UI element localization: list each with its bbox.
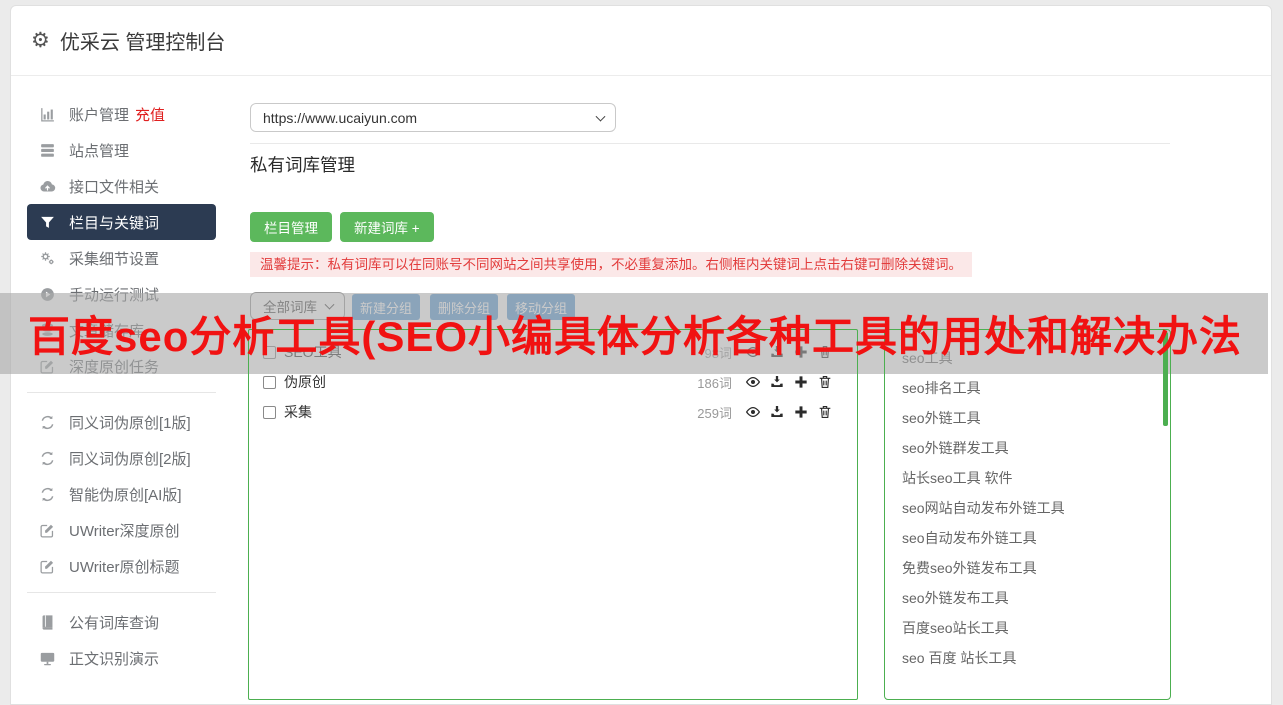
cloud-upload-icon xyxy=(39,179,56,192)
sidebar-item-label: 智能伪原创[AI版] xyxy=(69,486,182,504)
sidebar-item-collection-settings[interactable]: 采集细节设置 xyxy=(27,240,216,276)
word-count: 259词 xyxy=(697,405,732,421)
keyword-item[interactable]: seo外链群发工具 xyxy=(902,433,1169,463)
row-actions xyxy=(745,404,833,420)
add-icon[interactable] xyxy=(793,404,809,420)
sidebar-divider xyxy=(27,392,216,393)
header-divider xyxy=(250,143,1170,144)
sidebar-item-label: 站点管理 xyxy=(69,142,130,160)
sidebar-divider xyxy=(27,592,216,593)
column-manage-button[interactable]: 栏目管理 xyxy=(250,212,332,242)
keyword-item[interactable]: seo网站自动发布外链工具 xyxy=(902,493,1169,523)
watermark-band xyxy=(0,293,1268,374)
monitor-icon xyxy=(40,652,55,665)
recharge-badge[interactable]: 充值 xyxy=(135,104,165,125)
app-title: 优采云 管理控制台 xyxy=(59,32,226,54)
view-icon[interactable] xyxy=(745,374,761,390)
keyword-item[interactable]: 免费seo外链发布工具 xyxy=(902,553,1169,583)
sidebar-item-smart-ai[interactable]: 智能伪原创[AI版] xyxy=(27,476,216,512)
keyword-panel: seo工具 seo排名工具 seo外链工具 seo外链群发工具 站长seo工具 … xyxy=(885,330,1169,673)
library-name: 采集 xyxy=(284,404,312,420)
site-url-select[interactable]: https://www.ucaiyun.com xyxy=(250,103,616,132)
sidebar-item-interface-files[interactable]: 接口文件相关 xyxy=(27,168,216,204)
sidebar-item-synonym-v2[interactable]: 同义词伪原创[2版] xyxy=(27,440,216,476)
sidebar-item-label: 采集细节设置 xyxy=(69,250,160,268)
edit-icon xyxy=(40,523,54,538)
sidebar-item-label: UWriter深度原创 xyxy=(69,522,180,540)
word-count: 186词 xyxy=(697,375,732,391)
sidebar-item-label: 接口文件相关 xyxy=(69,178,160,196)
sidebar-item-content-recognition[interactable]: 正文识别演示 xyxy=(27,640,216,676)
sidebar-item-public-library[interactable]: 公有词库查询 xyxy=(27,604,216,640)
view-icon[interactable] xyxy=(745,404,761,420)
site-url-value: https://www.ucaiyun.com xyxy=(263,109,418,126)
refresh-icon xyxy=(41,486,54,502)
book-icon xyxy=(42,614,53,630)
row-checkbox[interactable] xyxy=(263,405,276,419)
gear-icon: ⚙ xyxy=(31,29,50,52)
sidebar-item-synonym-v1[interactable]: 同义词伪原创[1版] xyxy=(27,404,216,440)
keyword-item[interactable]: seo 百度 站长工具 xyxy=(902,643,1169,673)
bar-chart-icon xyxy=(41,106,55,122)
new-library-button[interactable]: 新建词库 + xyxy=(340,212,434,242)
sidebar-item-uwriter-title[interactable]: UWriter原创标题 xyxy=(27,548,216,584)
sidebar: 账户管理 充值 站点管理 接口文件相关 栏目与关键词 采集细节设置 手动运 xyxy=(11,96,241,676)
sidebar-item-label: UWriter原创标题 xyxy=(69,558,180,576)
refresh-icon xyxy=(41,414,54,430)
keyword-item[interactable]: seo外链发布工具 xyxy=(902,583,1169,613)
sidebar-item-account[interactable]: 账户管理 充值 xyxy=(27,96,216,132)
refresh-icon xyxy=(41,450,54,466)
keyword-item[interactable]: 站长seo工具 软件 xyxy=(902,463,1169,493)
keyword-item[interactable]: seo排名工具 xyxy=(902,373,1169,403)
page-title: 私有词库管理 xyxy=(250,155,355,175)
delete-icon[interactable] xyxy=(817,374,833,390)
sidebar-item-uwriter-deep[interactable]: UWriter深度原创 xyxy=(27,512,216,548)
sidebar-item-columns-keywords[interactable]: 栏目与关键词 xyxy=(27,204,216,240)
edit-icon xyxy=(40,559,54,574)
chevron-down-icon xyxy=(595,111,606,122)
sidebar-item-label: 公有词库查询 xyxy=(69,614,160,632)
sidebar-item-label: 正文识别演示 xyxy=(69,650,160,668)
sidebar-item-sites[interactable]: 站点管理 xyxy=(27,132,216,168)
sidebar-item-label: 栏目与关键词 xyxy=(69,214,160,232)
sidebar-item-label: 账户管理 xyxy=(69,106,130,124)
keyword-item[interactable]: seo自动发布外链工具 xyxy=(902,523,1169,553)
keyword-item[interactable]: seo外链工具 xyxy=(902,403,1169,433)
keyword-scrollbar-thumb[interactable] xyxy=(1163,332,1168,426)
table-row[interactable]: 采集 259词 xyxy=(249,397,857,427)
delete-icon[interactable] xyxy=(817,404,833,420)
gears-icon xyxy=(40,251,55,265)
site-list-icon xyxy=(41,143,54,157)
sidebar-item-label: 同义词伪原创[1版] xyxy=(69,414,191,432)
row-checkbox[interactable] xyxy=(263,375,276,389)
download-icon[interactable] xyxy=(769,374,785,390)
add-icon[interactable] xyxy=(793,374,809,390)
tip-banner: 温馨提示：私有词库可以在同账号不同网站之间共享使用，不必重复添加。右侧框内关键词… xyxy=(250,252,972,277)
row-actions xyxy=(745,374,833,390)
page: ⚙ 优采云 管理控制台 账户管理 充值 站点管理 接口文件相关 栏目与关键词 采… xyxy=(0,0,1283,705)
app-header: ⚙ 优采云 管理控制台 xyxy=(11,6,1271,76)
funnel-icon xyxy=(41,216,54,228)
sidebar-item-label: 同义词伪原创[2版] xyxy=(69,450,191,468)
keyword-item[interactable]: 百度seo站长工具 xyxy=(902,613,1169,643)
download-icon[interactable] xyxy=(769,404,785,420)
library-name: 伪原创 xyxy=(284,374,326,390)
